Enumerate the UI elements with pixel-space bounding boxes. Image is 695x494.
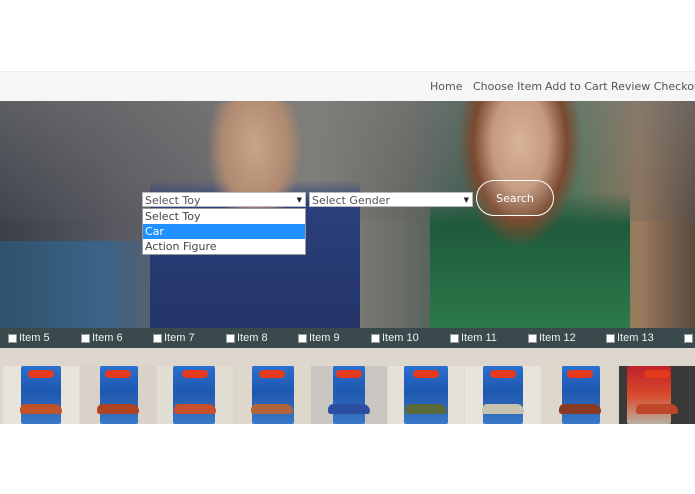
car-image [96,404,140,414]
item-checkbox-label: Item 6 [92,332,123,344]
product-thumbnail[interactable] [465,366,541,424]
car-image [327,404,371,414]
brand-logo-icon [105,370,131,378]
car-image [250,404,294,414]
checkbox-icon[interactable] [8,333,17,343]
hero-banner: Select Toy ▼ Select Toy Car Action Figur… [0,101,695,328]
checkbox-icon[interactable] [684,333,693,343]
item-checkbox-label: Item 10 [382,332,419,344]
nav-review-checkout-link[interactable]: Review Checkout [611,80,695,93]
checkbox-icon[interactable] [226,333,235,343]
item-checkbox-label: Item 7 [164,332,195,344]
item-checkbox[interactable]: Item 11 [450,332,497,344]
product-thumbnail[interactable] [3,366,79,424]
item-checkbox[interactable]: Item 8 [226,332,268,344]
brand-logo-icon [567,370,593,378]
items-checkbox-bar: Item 5 Item 6 Item 7 Item 8 Item 9 Item … [0,328,695,348]
car-image [404,404,448,414]
checkbox-icon[interactable] [528,333,537,343]
toy-select-dropdown: Select Toy Car Action Figure [142,208,306,255]
toy-option-action-figure[interactable]: Action Figure [143,239,305,254]
checkbox-icon[interactable] [153,333,162,343]
nav-choose-item-link[interactable]: Choose Item [473,80,542,93]
item-checkbox-label: Item 9 [309,332,340,344]
product-thumbnail[interactable] [311,366,387,424]
item-checkbox[interactable]: Item 6 [81,332,123,344]
product-thumbnail[interactable] [157,366,233,424]
brand-logo-icon [413,370,439,378]
gender-select-value: Select Gender [312,194,390,207]
search-button[interactable]: Search [476,180,554,216]
checkbox-icon[interactable] [371,333,380,343]
brand-logo-icon [28,370,54,378]
item-checkbox-label: Item 5 [19,332,50,344]
product-thumbnail[interactable] [542,366,618,424]
item-checkbox[interactable]: Item 5 [8,332,50,344]
checkbox-icon[interactable] [606,333,615,343]
product-thumbnail[interactable] [619,366,695,424]
brand-logo-icon [336,370,362,378]
gender-select[interactable]: Select Gender ▼ [309,192,473,207]
item-checkbox[interactable]: Item 10 [371,332,419,344]
navbar: Home Choose Item Add to Cart Review Chec… [0,71,695,102]
checkbox-icon[interactable] [450,333,459,343]
toy-option-car[interactable]: Car [143,224,305,239]
nav-home-link[interactable]: Home [430,80,462,93]
item-checkbox[interactable]: Item 12 [528,332,576,344]
item-checkbox-label: Item 13 [617,332,654,344]
car-image [19,404,63,414]
toy-select[interactable]: Select Toy ▼ [142,192,306,207]
item-checkbox[interactable]: Item 7 [153,332,195,344]
toy-option-select-toy[interactable]: Select Toy [143,209,305,224]
product-thumbnail[interactable] [388,366,464,424]
chevron-down-icon: ▼ [296,196,302,204]
toy-select-value: Select Toy [145,194,201,207]
brand-logo-icon [490,370,516,378]
item-checkbox-label: Item 12 [539,332,576,344]
car-image [635,404,679,414]
brand-logo-icon [182,370,208,378]
top-blank-area [0,0,695,71]
product-thumbnail[interactable] [80,366,156,424]
item-checkbox[interactable]: Item 9 [298,332,340,344]
checkbox-icon[interactable] [81,333,90,343]
item-checkbox[interactable] [684,332,695,344]
item-checkbox-label: Item 8 [237,332,268,344]
chevron-down-icon: ▼ [463,196,469,204]
car-image [173,404,217,414]
item-checkbox-label: Item 11 [461,332,497,344]
car-image [481,404,525,414]
item-checkbox[interactable]: Item 13 [606,332,654,344]
brand-logo-icon [644,370,670,378]
nav-add-to-cart-link[interactable]: Add to Cart [545,80,608,93]
car-image [558,404,602,414]
brand-logo-icon [259,370,285,378]
checkbox-icon[interactable] [298,333,307,343]
product-thumbnail[interactable] [234,366,310,424]
